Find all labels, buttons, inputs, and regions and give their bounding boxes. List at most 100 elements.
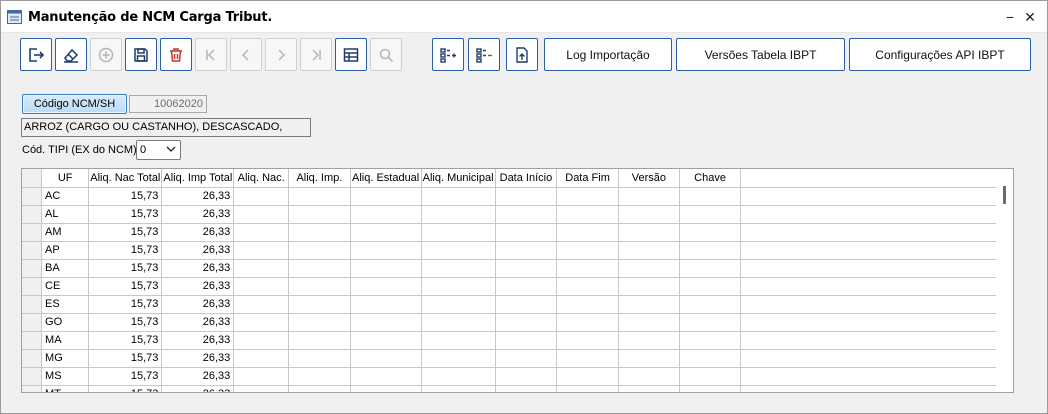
row-indicator[interactable]: [22, 241, 43, 260]
table-cell[interactable]: [233, 277, 290, 296]
table-cell[interactable]: [679, 205, 742, 224]
grid-vertical-scrollbar[interactable]: [996, 169, 1013, 392]
table-cell[interactable]: [421, 385, 496, 392]
table-cell[interactable]: [350, 259, 422, 278]
table-cell[interactable]: [495, 385, 558, 392]
table-cell[interactable]: [679, 223, 742, 242]
column-header[interactable]: Chave: [679, 169, 742, 188]
row-indicator[interactable]: [22, 385, 43, 392]
table-cell[interactable]: [618, 349, 681, 368]
table-cell[interactable]: AM: [41, 223, 90, 242]
table-cell[interactable]: [556, 259, 619, 278]
table-cell[interactable]: [679, 367, 742, 386]
table-cell[interactable]: [350, 313, 422, 332]
column-header[interactable]: Aliq. Municipal: [421, 169, 496, 188]
delete-button[interactable]: [160, 38, 192, 71]
table-cell[interactable]: [233, 385, 290, 392]
table-cell[interactable]: 26,33: [161, 187, 235, 206]
table-cell[interactable]: AC: [41, 187, 90, 206]
table-cell[interactable]: [288, 223, 351, 242]
table-cell[interactable]: [421, 313, 496, 332]
table-cell[interactable]: [556, 205, 619, 224]
last-record-button[interactable]: [300, 38, 332, 71]
table-cell[interactable]: [679, 313, 742, 332]
table-cell[interactable]: [421, 205, 496, 224]
minimize-button[interactable]: −: [1001, 8, 1019, 26]
table-row[interactable]: AM 15,73 26,33: [22, 223, 1013, 242]
table-cell[interactable]: 15,73: [88, 223, 163, 242]
table-cell[interactable]: [556, 331, 619, 350]
column-header[interactable]: Versão: [618, 169, 681, 188]
table-cell[interactable]: 26,33: [161, 331, 235, 350]
table-cell[interactable]: [556, 349, 619, 368]
table-cell[interactable]: AP: [41, 241, 90, 260]
table-cell[interactable]: 26,33: [161, 205, 235, 224]
import-file-button[interactable]: [506, 38, 538, 71]
table-cell[interactable]: 15,73: [88, 241, 163, 260]
table-cell[interactable]: [618, 313, 681, 332]
table-cell[interactable]: 15,73: [88, 385, 163, 392]
table-cell[interactable]: 26,33: [161, 241, 235, 260]
table-cell[interactable]: [679, 187, 742, 206]
table-cell[interactable]: [233, 223, 290, 242]
table-cell[interactable]: [679, 295, 742, 314]
table-row[interactable]: ES 15,73 26,33: [22, 295, 1013, 314]
table-cell[interactable]: [679, 331, 742, 350]
table-cell[interactable]: 26,33: [161, 385, 235, 392]
table-cell[interactable]: [618, 331, 681, 350]
table-cell[interactable]: MG: [41, 349, 90, 368]
column-header[interactable]: Aliq. Nac.: [233, 169, 290, 188]
table-cell[interactable]: [618, 223, 681, 242]
tax-rates-grid[interactable]: UF Aliq. Nac Total Aliq. Imp Total Aliq. Na…: [21, 168, 1014, 393]
table-cell[interactable]: [288, 349, 351, 368]
table-cell[interactable]: [618, 259, 681, 278]
table-cell[interactable]: [495, 331, 558, 350]
table-cell[interactable]: [556, 241, 619, 260]
table-cell[interactable]: [421, 331, 496, 350]
row-indicator[interactable]: [22, 259, 43, 278]
table-cell[interactable]: 15,73: [88, 259, 163, 278]
table-row[interactable]: GO 15,73 26,33: [22, 313, 1013, 332]
table-cell[interactable]: [233, 331, 290, 350]
table-cell[interactable]: [495, 223, 558, 242]
ncm-code-button[interactable]: Código NCM/SH: [22, 94, 127, 114]
table-cell[interactable]: [288, 385, 351, 392]
table-row[interactable]: BA 15,73 26,33: [22, 259, 1013, 278]
table-cell[interactable]: [495, 277, 558, 296]
row-indicator[interactable]: [22, 223, 43, 242]
table-cell[interactable]: [618, 385, 681, 392]
tipi-select[interactable]: 0: [136, 140, 181, 160]
table-cell[interactable]: [495, 295, 558, 314]
ibpt-versions-button[interactable]: Versões Tabela IBPT: [676, 38, 845, 71]
log-import-button[interactable]: Log Importação: [544, 38, 672, 71]
table-cell[interactable]: [350, 331, 422, 350]
table-cell[interactable]: [288, 277, 351, 296]
table-cell[interactable]: [556, 385, 619, 392]
table-cell[interactable]: [288, 313, 351, 332]
table-cell[interactable]: 26,33: [161, 313, 235, 332]
table-cell[interactable]: [495, 259, 558, 278]
row-indicator[interactable]: [22, 187, 43, 206]
table-cell[interactable]: [288, 187, 351, 206]
row-indicator[interactable]: [22, 331, 43, 350]
ibpt-api-config-button[interactable]: Configurações API IBPT: [849, 38, 1031, 71]
table-cell[interactable]: 15,73: [88, 277, 163, 296]
row-indicator[interactable]: [22, 349, 43, 368]
table-cell[interactable]: [495, 349, 558, 368]
table-cell[interactable]: [233, 295, 290, 314]
table-row[interactable]: MS 15,73 26,33: [22, 367, 1013, 386]
table-cell[interactable]: [556, 223, 619, 242]
table-cell[interactable]: [233, 241, 290, 260]
table-cell[interactable]: [495, 187, 558, 206]
table-row[interactable]: MT15,7326,33: [22, 385, 1013, 392]
table-row[interactable]: MG 15,73 26,33: [22, 349, 1013, 368]
search-button[interactable]: [370, 38, 402, 71]
table-cell[interactable]: [233, 349, 290, 368]
grid-view-button[interactable]: [335, 38, 367, 71]
table-cell[interactable]: [288, 367, 351, 386]
table-cell[interactable]: 26,33: [161, 349, 235, 368]
table-cell[interactable]: 15,73: [88, 313, 163, 332]
add-list-item-button[interactable]: [432, 38, 464, 71]
table-cell[interactable]: [556, 313, 619, 332]
row-indicator[interactable]: [22, 313, 43, 332]
